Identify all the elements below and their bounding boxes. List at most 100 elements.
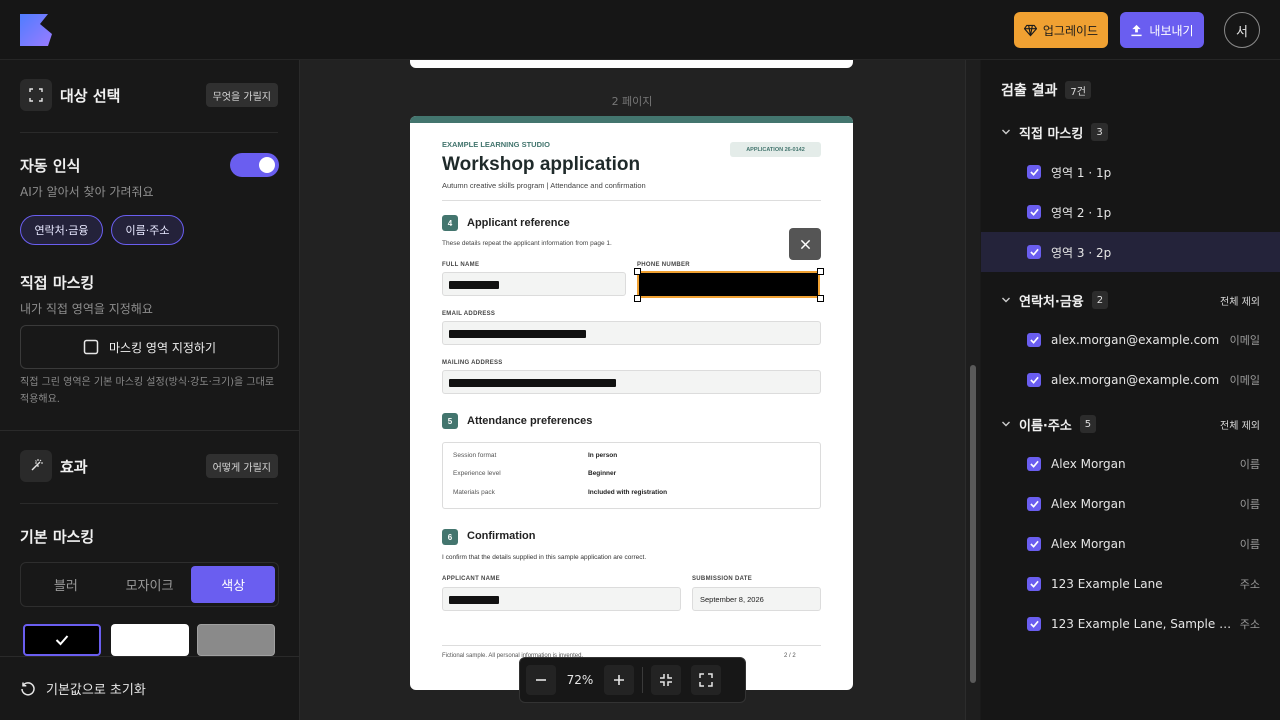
- fit-page-button[interactable]: [651, 665, 681, 695]
- delete-mask-button[interactable]: [789, 228, 821, 260]
- scrollbar-thumb[interactable]: [970, 365, 976, 683]
- result-item[interactable]: Alex Morgan 이름: [981, 484, 1280, 524]
- resize-handle[interactable]: [634, 268, 641, 275]
- group-name-address[interactable]: 이름·주소 5 전체 제외: [1001, 412, 1260, 436]
- chevron-down-icon: [1002, 129, 1010, 135]
- redaction-applicant-name: [449, 596, 499, 604]
- swatch-white[interactable]: [111, 624, 189, 656]
- pref-value: Included with registration: [588, 489, 668, 496]
- result-item[interactable]: Alex Morgan 이름: [981, 444, 1280, 484]
- resize-handle[interactable]: [817, 268, 824, 275]
- checkbox-checked[interactable]: [1027, 373, 1041, 387]
- doc-subtitle: Autumn creative skills program | Attenda…: [442, 181, 646, 190]
- exclude-all-button[interactable]: 전체 제외: [1220, 417, 1260, 432]
- resize-handle[interactable]: [634, 295, 641, 302]
- chip-contact-finance[interactable]: 연락처·금융: [20, 215, 103, 245]
- result-item[interactable]: 영역 2 · 1p: [981, 192, 1280, 232]
- page-label: 2 페이지: [611, 95, 653, 108]
- section-6-title: Confirmation: [467, 530, 536, 542]
- exclude-all-button[interactable]: 전체 제외: [1220, 293, 1260, 308]
- section-6-desc: I confirm that the details supplied in t…: [442, 554, 647, 561]
- minus-icon: [536, 679, 546, 681]
- check-icon: [1029, 168, 1039, 176]
- auto-detect-subtitle: AI가 알아서 찾아 가려줘요: [20, 185, 154, 199]
- reset-label: 기본값으로 초기화: [46, 683, 146, 698]
- result-label: Alex Morgan: [1051, 497, 1126, 511]
- result-label: 영역 2 · 1p: [1051, 205, 1112, 220]
- check-icon: [1029, 248, 1039, 256]
- zoom-out-button[interactable]: [526, 665, 556, 695]
- effects-hint-button[interactable]: 어떻게 가릴지: [205, 454, 278, 478]
- chevron-down-icon: [1002, 421, 1010, 427]
- group-manual-mask[interactable]: 직접 마스킹 3: [1001, 120, 1260, 144]
- group-name: 이름·주소: [1019, 418, 1072, 434]
- checkbox-checked[interactable]: [1027, 577, 1041, 591]
- checkbox-checked[interactable]: [1027, 457, 1041, 471]
- check-icon: [1029, 336, 1039, 344]
- results-title: 검출 결과: [1001, 83, 1058, 99]
- checkbox-checked[interactable]: [1027, 497, 1041, 511]
- swatch-gray[interactable]: [197, 624, 275, 656]
- footer-rule: [442, 645, 821, 646]
- app-logo[interactable]: [20, 14, 52, 46]
- result-tag: 이름: [1239, 498, 1260, 511]
- checkbox-checked[interactable]: [1027, 245, 1041, 259]
- swatch-black[interactable]: [23, 624, 101, 656]
- export-button[interactable]: 내보내기: [1120, 12, 1204, 48]
- result-item[interactable]: Alex Morgan 이름: [981, 524, 1280, 564]
- viewer-scrollbar[interactable]: [965, 60, 980, 720]
- checkbox-checked[interactable]: [1027, 617, 1041, 631]
- target-title: 대상 선택: [60, 86, 121, 105]
- group-count: 3: [1091, 123, 1108, 141]
- doc-app-id: APPLICATION 26-0142: [730, 142, 821, 157]
- upgrade-button[interactable]: 업그레이드: [1014, 12, 1108, 48]
- magic-wand-icon: [20, 450, 52, 482]
- basic-mask-title: 기본 마스킹: [20, 528, 95, 546]
- result-tag: 이메일: [1229, 334, 1260, 347]
- divider: [20, 132, 278, 133]
- result-item[interactable]: alex.morgan@example.com 이메일: [981, 320, 1280, 360]
- mask-mode-selector: 블러 모자이크 색상: [20, 562, 279, 607]
- resize-handle[interactable]: [817, 295, 824, 302]
- pref-value: Beginner: [588, 470, 617, 477]
- result-item[interactable]: alex.morgan@example.com 이메일: [981, 360, 1280, 400]
- fullscreen-button[interactable]: [691, 665, 721, 695]
- mode-color[interactable]: 색상: [191, 566, 276, 603]
- result-item-selected[interactable]: 영역 3 · 2p: [981, 232, 1280, 272]
- result-item[interactable]: 123 Example Lane, Sample City, E... 주소: [981, 604, 1280, 644]
- zoom-in-button[interactable]: [604, 665, 634, 695]
- target-section-header: 대상 선택 무엇을 가릴지: [20, 79, 278, 111]
- chip-name-address[interactable]: 이름·주소: [111, 215, 184, 245]
- check-icon: [1029, 500, 1039, 508]
- top-bar: 업그레이드 내보내기 서: [0, 0, 1280, 60]
- export-label: 내보내기: [1149, 23, 1194, 38]
- group-count: 2: [1091, 291, 1109, 309]
- result-item[interactable]: 영역 1 · 1p: [981, 152, 1280, 192]
- section-4-desc: These details repeat the applicant infor…: [442, 240, 612, 247]
- settings-panel: 대상 선택 무엇을 가릴지 자동 인식 AI가 알아서 찾아 가려줘요 연락처·…: [0, 60, 300, 720]
- checkbox-checked[interactable]: [1027, 333, 1041, 347]
- upgrade-label: 업그레이드: [1042, 23, 1099, 38]
- checkbox-checked[interactable]: [1027, 165, 1041, 179]
- mode-mosaic[interactable]: 모자이크: [108, 566, 192, 603]
- draw-mask-area-button[interactable]: 마스킹 영역 지정하기: [20, 325, 279, 369]
- group-contact-finance[interactable]: 연락처·금융 2 전체 제외: [1001, 288, 1260, 312]
- phone-label: PHONE NUMBER: [637, 262, 690, 268]
- reset-defaults-button[interactable]: 기본값으로 초기화: [0, 656, 299, 720]
- checkbox-checked[interactable]: [1027, 205, 1041, 219]
- checkbox-checked[interactable]: [1027, 537, 1041, 551]
- user-avatar[interactable]: 서: [1224, 12, 1260, 48]
- auto-detect-toggle[interactable]: [230, 153, 279, 177]
- close-icon: [800, 239, 810, 249]
- section-5-title: Attendance preferences: [467, 415, 593, 427]
- check-icon: [1029, 376, 1039, 384]
- email-label: EMAIL ADDRESS: [442, 311, 496, 317]
- result-label: Alex Morgan: [1051, 537, 1126, 551]
- full-name-label: FULL NAME: [442, 262, 480, 268]
- target-hint-button[interactable]: 무엇을 가릴지: [205, 83, 278, 107]
- manual-mask-area-3[interactable]: [637, 271, 820, 298]
- mode-blur[interactable]: 블러: [24, 566, 108, 603]
- document-viewer[interactable]: 2 페이지 EXAMPLE LEARNING STUDIO Workshop a…: [300, 60, 980, 720]
- document-page-2[interactable]: EXAMPLE LEARNING STUDIO Workshop applica…: [410, 116, 853, 690]
- result-item[interactable]: 123 Example Lane 주소: [981, 564, 1280, 604]
